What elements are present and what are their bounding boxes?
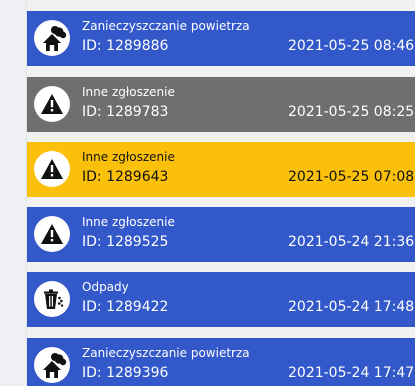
report-datetime: 2021-05-25 08:46	[288, 38, 415, 54]
report-category: Inne zgłoszenie	[82, 215, 175, 229]
report-card[interactable]: Odpady ID: 1289422 2021-05-24 17:48	[27, 272, 415, 327]
report-card[interactable]: Inne zgłoszenie ID: 1289643 2021-05-25 0…	[27, 142, 415, 197]
report-id: ID: 1289886	[82, 38, 169, 54]
report-category: Zanieczyszczanie powietrza	[82, 346, 250, 360]
report-datetime: 2021-05-25 07:08	[288, 169, 415, 185]
report-list: Zanieczyszczanie powietrza ID: 1289886 2…	[0, 0, 415, 386]
report-datetime: 2021-05-24 17:48	[288, 299, 415, 315]
waste-bin-icon	[34, 281, 70, 317]
report-card[interactable]: Zanieczyszczanie powietrza ID: 1289396 2…	[27, 338, 415, 386]
report-id: ID: 1289396	[82, 365, 169, 381]
report-card[interactable]: Inne zgłoszenie ID: 1289783 2021-05-25 0…	[27, 77, 415, 132]
report-category: Zanieczyszczanie powietrza	[82, 19, 250, 33]
report-datetime: 2021-05-24 17:47	[288, 365, 415, 381]
report-datetime: 2021-05-24 21:36	[288, 234, 415, 250]
report-datetime: 2021-05-25 08:25	[288, 104, 415, 120]
report-id: ID: 1289643	[82, 169, 169, 185]
air-pollution-icon	[34, 347, 70, 383]
report-card[interactable]: Inne zgłoszenie ID: 1289525 2021-05-24 2…	[27, 207, 415, 262]
warning-icon	[34, 151, 70, 187]
report-id: ID: 1289783	[82, 104, 169, 120]
report-category: Inne zgłoszenie	[82, 150, 175, 164]
warning-icon	[34, 216, 70, 252]
report-id: ID: 1289525	[82, 234, 169, 250]
left-panel-edge	[0, 0, 27, 386]
report-category: Odpady	[82, 280, 129, 294]
report-card[interactable]: Zanieczyszczanie powietrza ID: 1289886 2…	[27, 11, 415, 66]
report-category: Inne zgłoszenie	[82, 85, 175, 99]
air-pollution-icon	[34, 20, 70, 56]
warning-icon	[34, 86, 70, 122]
report-id: ID: 1289422	[82, 299, 169, 315]
